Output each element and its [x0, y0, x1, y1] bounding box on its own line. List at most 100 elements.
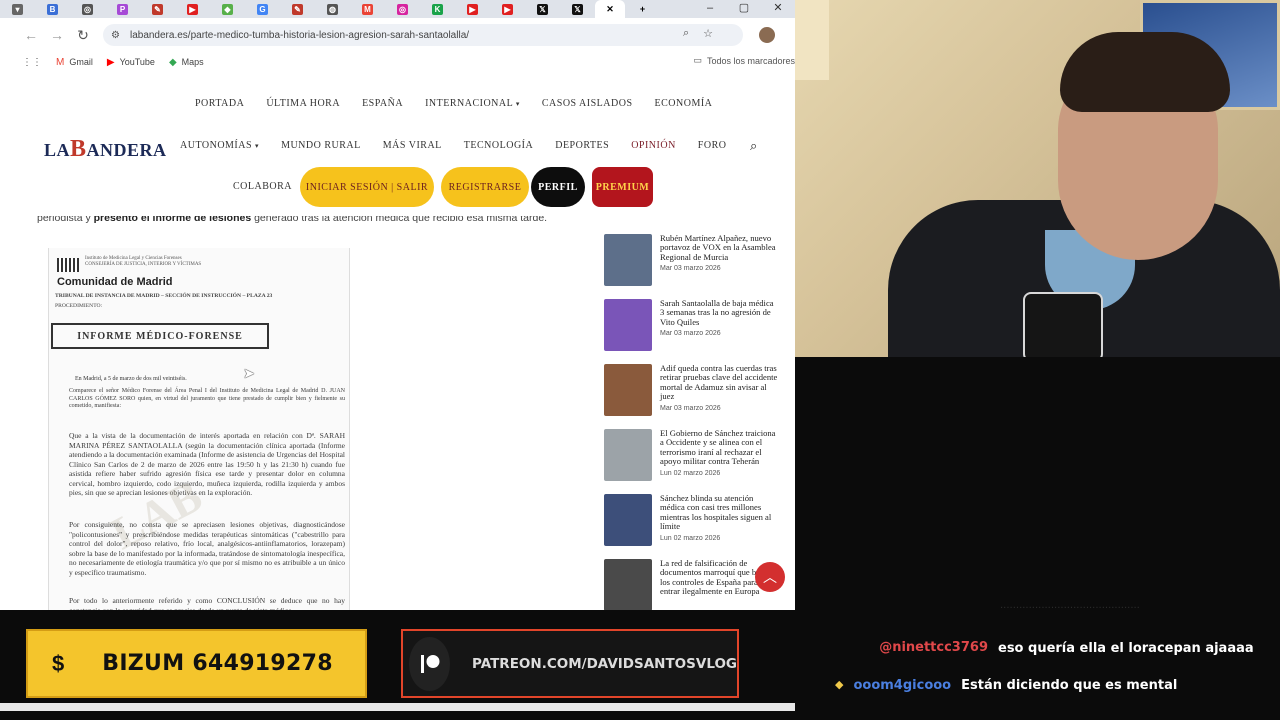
new-tab-icon[interactable]: + — [625, 0, 660, 18]
x-icon: 𝕏 — [572, 3, 583, 15]
news-thumbnail[interactable] — [604, 364, 652, 416]
news-thumbnail[interactable] — [604, 299, 652, 351]
browser-tab[interactable]: ◆ — [210, 0, 245, 18]
maximize-icon[interactable]: ▢ — [727, 0, 761, 18]
nav-opinion[interactable]: OPINIÓN — [631, 140, 676, 151]
browser-window: ▾ B ◎ P ✎ ▶ ◆ G ✎ ◍ M ◎ K ▶ ▶ 𝕏 𝕏 ✕ + – ▢ ✕ ← → ↻ ⚙ laband… — [0, 0, 795, 610]
news-title[interactable]: El Gobierno de Sánchez traiciona a Occid… — [660, 428, 780, 467]
browser-tab[interactable]: G — [245, 0, 280, 18]
chat-message: @ninettcc3769 eso quería ella el loracep… — [855, 640, 1278, 658]
news-item[interactable]: Rubén Martínez Alpañez, nuevo portavoz d… — [604, 232, 794, 290]
browser-tab[interactable]: ▶ — [490, 0, 525, 18]
login-button[interactable]: INICIAR SESIÓN | SALIR — [300, 167, 434, 207]
news-thumbnail[interactable] — [604, 559, 652, 610]
browser-tab[interactable]: 𝕏 — [560, 0, 595, 18]
bookmark-youtube[interactable]: ▶ YouTube — [107, 57, 155, 68]
leaf-icon: ◆ — [222, 3, 233, 15]
browser-tab[interactable]: ◎ — [385, 0, 420, 18]
doc-procedure: PROCEDIMIENTO: — [55, 303, 103, 309]
browser-tab[interactable]: ✎ — [140, 0, 175, 18]
collab-link[interactable]: COLABORA — [233, 181, 292, 192]
news-title[interactable]: Sánchez blinda su atención médica con ca… — [660, 493, 780, 532]
back-icon[interactable]: ← — [18, 27, 44, 43]
minimize-icon[interactable]: – — [693, 0, 727, 18]
web-page: PORTADA ÚLTIMA HORA ESPAÑA INTERNACIONAL… — [14, 76, 795, 610]
zoom-icon[interactable]: ⌕ — [683, 27, 689, 40]
youtube-icon: ▶ — [467, 3, 478, 15]
reload-icon[interactable]: ↻ — [70, 27, 96, 44]
news-thumbnail[interactable] — [604, 234, 652, 286]
nav-row-1: PORTADA ÚLTIMA HORA ESPAÑA INTERNACIONAL… — [195, 98, 734, 109]
apps-grid-icon[interactable]: ⋮⋮ — [22, 57, 42, 68]
patreon-text: PATREON.COM/DAVIDSANTOSVLOG — [472, 655, 737, 672]
browser-tab[interactable]: B — [35, 0, 70, 18]
nav-mas-viral[interactable]: MÁS VIRAL — [383, 140, 442, 151]
bottom-strip — [0, 703, 795, 711]
nav-deportes[interactable]: DEPORTES — [555, 140, 609, 151]
news-title[interactable]: Rubén Martínez Alpañez, nuevo portavoz d… — [660, 233, 780, 262]
browser-tab[interactable]: ▾ — [0, 0, 35, 18]
nav-mundo-rural[interactable]: MUNDO RURAL — [281, 140, 361, 151]
browser-tab[interactable]: 𝕏 — [525, 0, 560, 18]
browser-tab[interactable]: K — [420, 0, 455, 18]
caret-down-icon: ▾ — [515, 100, 520, 108]
browser-tab[interactable]: ▶ — [175, 0, 210, 18]
close-window-icon[interactable]: ✕ — [761, 0, 795, 18]
dollar-icon: $ — [52, 650, 65, 676]
doc-title-box: INFORME MÉDICO-FORENSE — [51, 323, 269, 349]
register-button[interactable]: REGISTRARSE — [441, 167, 529, 207]
webcam-feed — [795, 0, 1280, 357]
youtube-icon: ▶ — [187, 3, 198, 15]
cursor-icon: ➤ — [243, 367, 255, 382]
maps-icon: ◆ — [168, 56, 177, 68]
faded-message: ........................................… — [1000, 600, 1140, 611]
news-item[interactable]: Sánchez blinda su atención médica con ca… — [604, 492, 794, 550]
bookmark-star-icon[interactable]: ☆ — [703, 27, 713, 40]
url-text: labandera.es/parte-medico-tumba-historia… — [129, 29, 470, 41]
nav-ultima-hora[interactable]: ÚLTIMA HORA — [266, 98, 340, 109]
pencil-icon: ✎ — [292, 3, 303, 15]
browser-tab[interactable]: M — [350, 0, 385, 18]
nav-internacional[interactable]: INTERNACIONAL ▾ — [425, 98, 520, 109]
forward-icon[interactable]: → — [44, 27, 70, 43]
profile-avatar[interactable] — [759, 27, 775, 43]
site-info-icon[interactable]: ⚙ — [111, 30, 120, 41]
youtube-icon: ▶ — [502, 3, 513, 15]
streamer-hair — [1060, 32, 1230, 112]
browser-tab[interactable]: ◍ — [315, 0, 350, 18]
news-thumbnail[interactable] — [604, 494, 652, 546]
profile-button[interactable]: PERFIL — [531, 167, 585, 207]
news-item[interactable]: El Gobierno de Sánchez traiciona a Occid… — [604, 427, 794, 485]
nav-portada[interactable]: PORTADA — [195, 98, 244, 109]
bookmark-maps[interactable]: ◆ Maps — [169, 57, 204, 68]
b-icon: B — [47, 3, 58, 15]
chevron-up-icon: ︿ — [763, 569, 777, 585]
browser-tab[interactable]: ◎ — [70, 0, 105, 18]
address-bar[interactable]: ⚙ labandera.es/parte-medico-tumba-histor… — [103, 24, 743, 46]
news-item[interactable]: Adif queda contra las cuerdas tras retir… — [604, 362, 794, 420]
pencil-icon: ✎ — [152, 3, 163, 15]
active-tab-close-icon[interactable]: ✕ — [595, 0, 625, 18]
nav-foro[interactable]: FORO — [698, 140, 727, 151]
bookmark-gmail[interactable]: M Gmail — [56, 57, 93, 68]
scroll-top-button[interactable]: ︿ — [755, 562, 785, 592]
nav-economia[interactable]: ECONOMÍA — [655, 98, 713, 109]
news-item[interactable]: Sarah Santaolalla de baja médica 3 seman… — [604, 297, 794, 355]
news-thumbnail[interactable] — [604, 429, 652, 481]
browser-tab[interactable]: P — [105, 0, 140, 18]
all-bookmarks[interactable]: ▭ Todos los marcadores — [693, 55, 795, 66]
nav-tecnologia[interactable]: TECNOLOGÍA — [464, 140, 533, 151]
chat-badge-icon: ◆ — [835, 678, 844, 691]
premium-button[interactable]: PREMIUM — [592, 167, 653, 207]
lamp-shape — [795, 0, 829, 80]
news-title[interactable]: Adif queda contra las cuerdas tras retir… — [660, 363, 780, 402]
g-icon: ◎ — [82, 3, 93, 15]
browser-tab[interactable]: ▶ — [455, 0, 490, 18]
nav-casos-aislados[interactable]: CASOS AISLADOS — [542, 98, 633, 109]
search-icon[interactable]: ⌕ — [750, 138, 757, 154]
nav-autonomias[interactable]: AUTONOMÍAS ▾ — [180, 140, 259, 151]
news-title[interactable]: Sarah Santaolalla de baja médica 3 seman… — [660, 298, 780, 327]
browser-tab[interactable]: ✎ — [280, 0, 315, 18]
nav-espana[interactable]: ESPAÑA — [362, 98, 403, 109]
site-logo[interactable]: LABANDERA — [44, 136, 167, 163]
